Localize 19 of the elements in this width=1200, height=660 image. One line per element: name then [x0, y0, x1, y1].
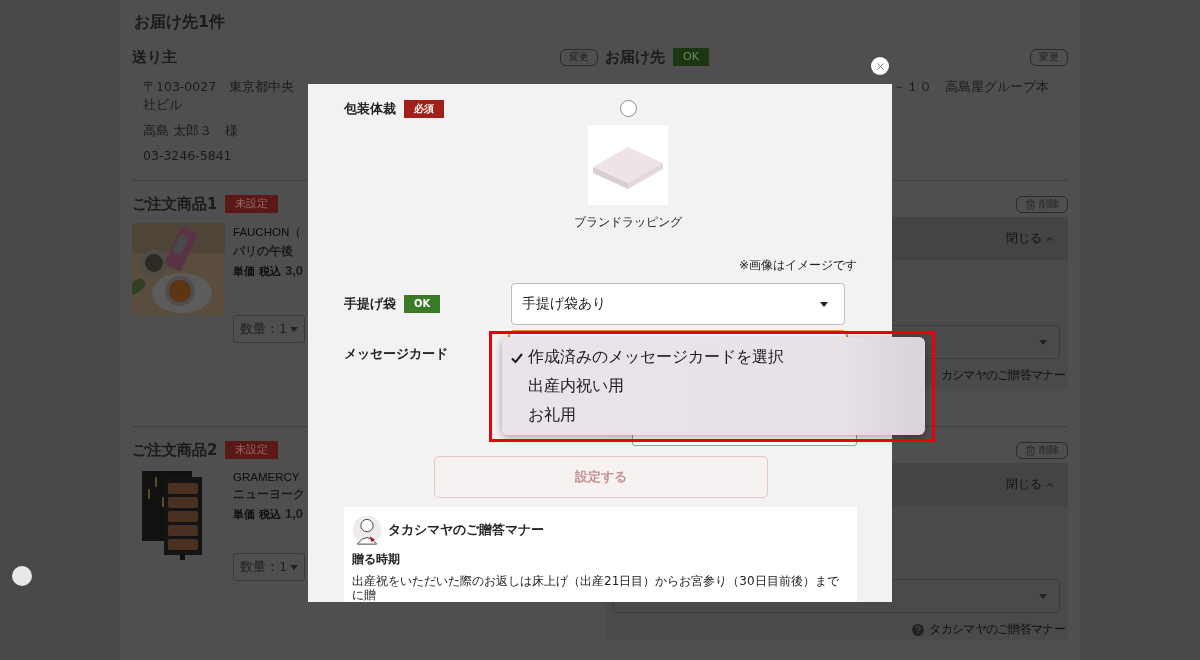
price-label: 単価: [233, 264, 255, 279]
card-title: タカシマヤのご贈答マナー: [388, 521, 544, 539]
tax-label: 税込: [259, 507, 281, 522]
status-badge: 未設定: [225, 441, 279, 459]
field-label: 包装体裁: [344, 100, 396, 118]
image-note: ※画像はイメージです: [737, 257, 857, 274]
status-badge: OK: [404, 295, 441, 313]
status-badge: 必須: [404, 100, 444, 118]
status-badge: 未設定: [225, 195, 279, 213]
section-heading: 贈る時期: [352, 551, 401, 568]
option-caption: ブランドラッピング: [574, 214, 682, 231]
manners-text: 出産祝をいただいた際のお返しは床上げ（出産21日目）からお宮参り（30日目前後）までに贈: [352, 574, 840, 602]
brand-name: GRAMERCY: [233, 471, 301, 483]
brand-name: FAUCHON（: [233, 225, 303, 240]
tax-label: 税込: [259, 264, 281, 279]
field-label: 手提げ袋: [344, 295, 396, 313]
status-badge: OK: [673, 48, 709, 66]
price-label: 単価: [233, 507, 255, 522]
field-label: メッセージカード: [344, 346, 448, 363]
